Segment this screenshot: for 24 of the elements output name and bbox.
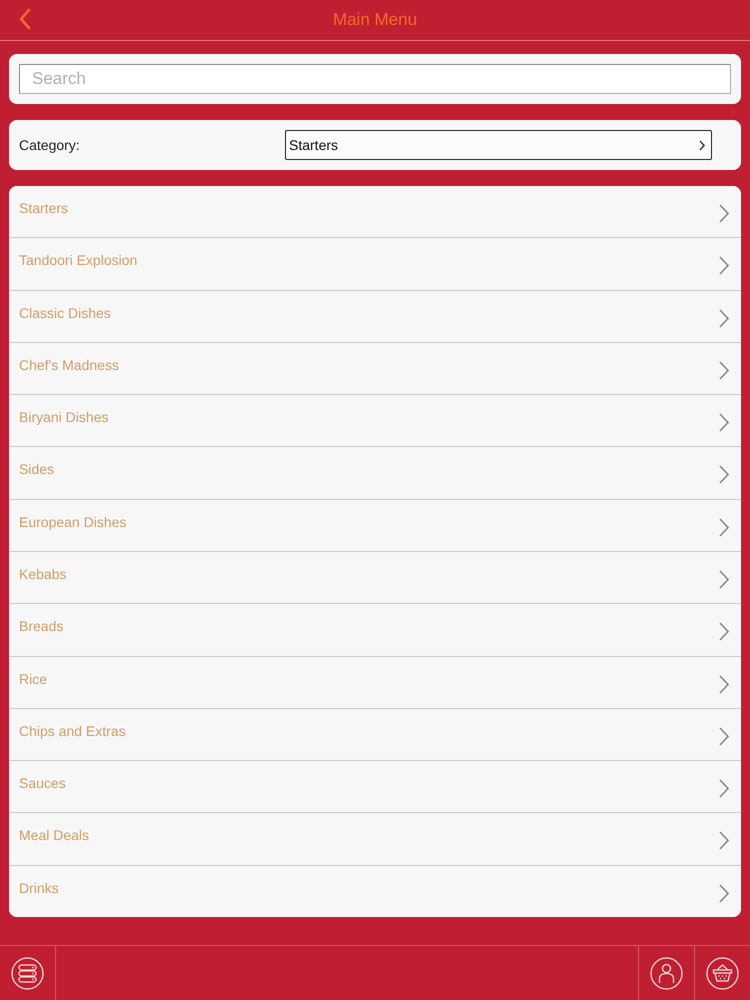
chevron-icon — [719, 726, 729, 746]
chevron-icon — [719, 518, 729, 537]
chevron-icon — [719, 779, 729, 798]
back-chevron-icon — [19, 8, 31, 30]
chevron-icon — [719, 674, 729, 694]
chevron-icon — [719, 360, 729, 380]
user-icon — [650, 956, 683, 990]
chevron-icon — [699, 140, 705, 150]
chevron-icon — [719, 256, 729, 276]
chevron-icon — [719, 413, 729, 432]
header-title: Main Menu — [332, 10, 418, 30]
chevron-icon — [719, 204, 729, 223]
stack-icon — [11, 956, 44, 990]
chevron-icon — [719, 622, 729, 642]
chevron-icon — [719, 465, 729, 484]
chevron-icon — [719, 884, 729, 903]
menu-category-item[interactable]: Starters — [9, 186, 741, 238]
basket-icon — [706, 956, 739, 990]
category-select[interactable]: Starters — [285, 130, 712, 160]
search-field[interactable]: Search — [19, 64, 731, 94]
chevron-icon — [719, 570, 729, 589]
chevron-icon — [719, 308, 729, 328]
chevron-icon — [719, 831, 729, 850]
category-label: Category: — [19, 137, 81, 153]
